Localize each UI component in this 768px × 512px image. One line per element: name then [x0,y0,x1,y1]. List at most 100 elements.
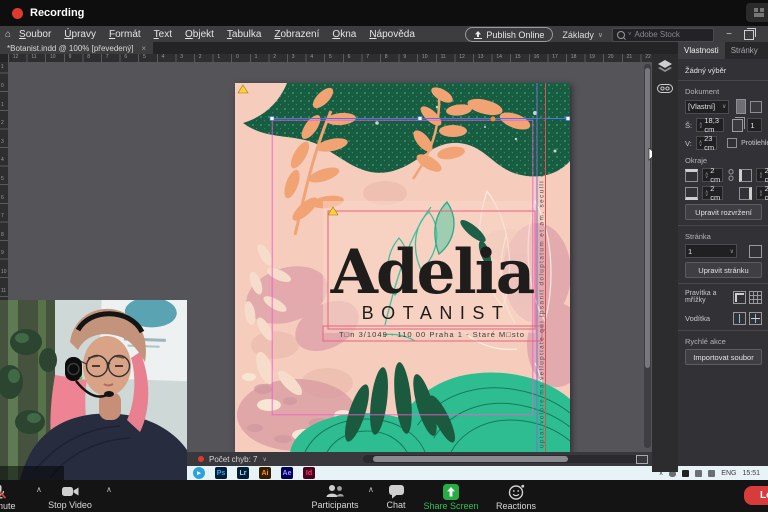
language-indicator[interactable]: ENG [721,470,736,477]
taskbar-app-illustrator[interactable]: Ai [259,467,271,479]
chevron-down-icon[interactable]: ∨ [262,456,266,463]
document-tab[interactable]: *Botanist.indd @ 100% [převedený] × [0,42,153,54]
preset-dropdown[interactable]: [Vlastní] ∨ [685,100,729,114]
margin-bottom-field[interactable]: ∧∨ 2 cm [702,186,723,200]
panel-dock-strip [652,54,678,472]
clock[interactable]: 15:51 [742,470,760,477]
show-guides-icon[interactable] [733,312,746,325]
lock-guides-icon[interactable] [749,312,762,325]
participants-options-chevron[interactable]: ∧ [368,485,374,494]
reactions-button[interactable]: Reactions [488,484,544,511]
width-label: Š: [685,121,692,130]
properties-panel: VlastnostiStránkyCC knihovny Žádný výběr… [678,42,768,466]
panel-tab-cc-knihovny[interactable]: CC knihovny [764,42,768,59]
close-icon[interactable]: × [141,44,146,53]
page-dropdown[interactable]: 1 ∨ [685,244,737,258]
error-count[interactable]: Počet chyb: 7 [209,455,257,464]
spread-view-icon[interactable] [636,455,648,464]
ruler-number: 10 [1,270,7,275]
menu-item-nápověda[interactable]: Nápověda [369,29,415,40]
ruler-number: 3 [292,55,295,60]
ruler-number: 13 [478,55,484,60]
video-options-chevron[interactable]: ∧ [106,485,112,494]
pages-count-field[interactable]: 1 [747,118,762,132]
publish-online-button[interactable]: Publish Online [465,27,553,42]
menu-item-zobrazení[interactable]: Zobrazení [274,29,319,40]
share-screen-button[interactable]: Share Screen [418,484,484,511]
volume-icon[interactable] [708,470,715,477]
preset-value: [Vlastní] [688,102,715,111]
menu-item-okna[interactable]: Okna [332,29,356,40]
adjust-layout-button[interactable]: Upravit rozvržení [685,204,762,220]
participants-button[interactable]: Participants [306,484,364,510]
chevron-down-icon: ∨ [730,248,734,255]
vertical-scrollbar[interactable] [644,64,651,448]
menu-item-úpravy[interactable]: Úpravy [64,29,96,40]
taskbar-app-indesign[interactable]: Id [303,467,315,479]
margin-top-value: 2 cm [710,166,720,184]
horizontal-ruler[interactable]: 1211109876543210123456789101112131415161… [8,54,652,62]
horizontal-scrollbar-thumb[interactable] [373,456,568,462]
camera-icon [61,484,80,499]
document-tab-bar: *Botanist.indd @ 100% [převedený] × « [0,42,768,54]
add-page-icon[interactable] [749,245,762,258]
page-section-label: Stránka [685,232,762,241]
restore-window-button[interactable] [744,30,754,40]
panel-tab-stranky[interactable]: Stránky [725,42,764,59]
poster-title: Adelia [330,237,535,308]
orientation-portrait-button[interactable] [736,99,746,114]
link-margins-icon[interactable] [727,169,735,181]
menu-item-text[interactable]: Text [154,29,172,40]
margin-top-field[interactable]: ∧∨ 2 cm [702,168,723,182]
content-grabber[interactable] [491,117,496,122]
properties-stack-icon[interactable] [658,60,672,72]
ruler-number: 6 [124,55,127,60]
height-label: V: [685,139,692,148]
chat-button[interactable]: Chat [382,484,410,510]
ruler-number: 20 [608,55,614,60]
show-rulers-icon[interactable] [733,291,746,304]
search-input[interactable]: ˅ Adobe Stock [612,28,714,42]
import-file-button[interactable]: Importovat soubor [685,349,762,365]
margin-right-field[interactable]: ∧∨ 2 cm [756,186,768,200]
edit-page-button[interactable]: Upravit stránku [685,262,762,278]
display-icon[interactable] [695,470,702,477]
battery-icon[interactable] [682,470,689,477]
unmute-button[interactable]: Unmute [0,484,16,511]
height-field[interactable]: ∧∨ 23 cm [696,136,717,150]
webcam-video[interactable] [0,300,187,480]
panel-tab-vlastnosti[interactable]: Vlastnosti [678,42,725,59]
width-field[interactable]: ∧∨ 18,3 cm [696,118,724,132]
home-icon[interactable]: ⌂ [5,29,11,40]
menu-item-formát[interactable]: Formát [109,29,141,40]
ruler-number: 19 [589,55,595,60]
menu-item-soubor[interactable]: Soubor [19,29,51,40]
vertical-scrollbar-thumb[interactable] [645,68,650,368]
taskbar-app-lightroom[interactable]: Lr [237,467,249,479]
menu-item-tabulka[interactable]: Tabulka [227,29,261,40]
horizontal-scrollbar[interactable] [363,455,638,463]
facing-pages-checkbox[interactable] [727,138,737,148]
menu-item-objekt[interactable]: Objekt [185,29,214,40]
ruler-number: 4 [310,55,313,60]
show-grid-icon[interactable] [749,291,762,304]
ruler-number: 7 [1,214,4,219]
taskbar-app-telegram[interactable]: ▸ [193,467,205,479]
margin-left-field[interactable]: ∧∨ 2 cm [756,168,768,182]
poster-page[interactable]: Adelia BOTANIST T□n 3/1049 · 110 00 Prah… [235,83,570,452]
poster-subtitle: BOTANIST [362,303,511,323]
taskbar-app-photoshop[interactable]: Ps [215,467,227,479]
taskbar-app-after-effects[interactable]: Ae [281,467,293,479]
chevron-down-icon: ˅ [628,32,632,38]
ruler-number: 11 [31,55,36,60]
stop-video-button[interactable]: Stop Video [36,484,104,510]
workspace-switcher[interactable]: Základy ∨ [562,30,603,40]
leave-button[interactable]: Leave [744,486,768,505]
orientation-landscape-button[interactable] [750,101,762,113]
minimize-button[interactable]: − [723,29,735,40]
document-tab-title: *Botanist.indd @ 100% [převedený] [7,44,133,53]
ruler-number: 17 [552,55,558,60]
ruler-number: 18 [571,55,577,60]
cc-libraries-icon[interactable] [657,84,673,93]
view-button[interactable]: View [746,3,768,22]
